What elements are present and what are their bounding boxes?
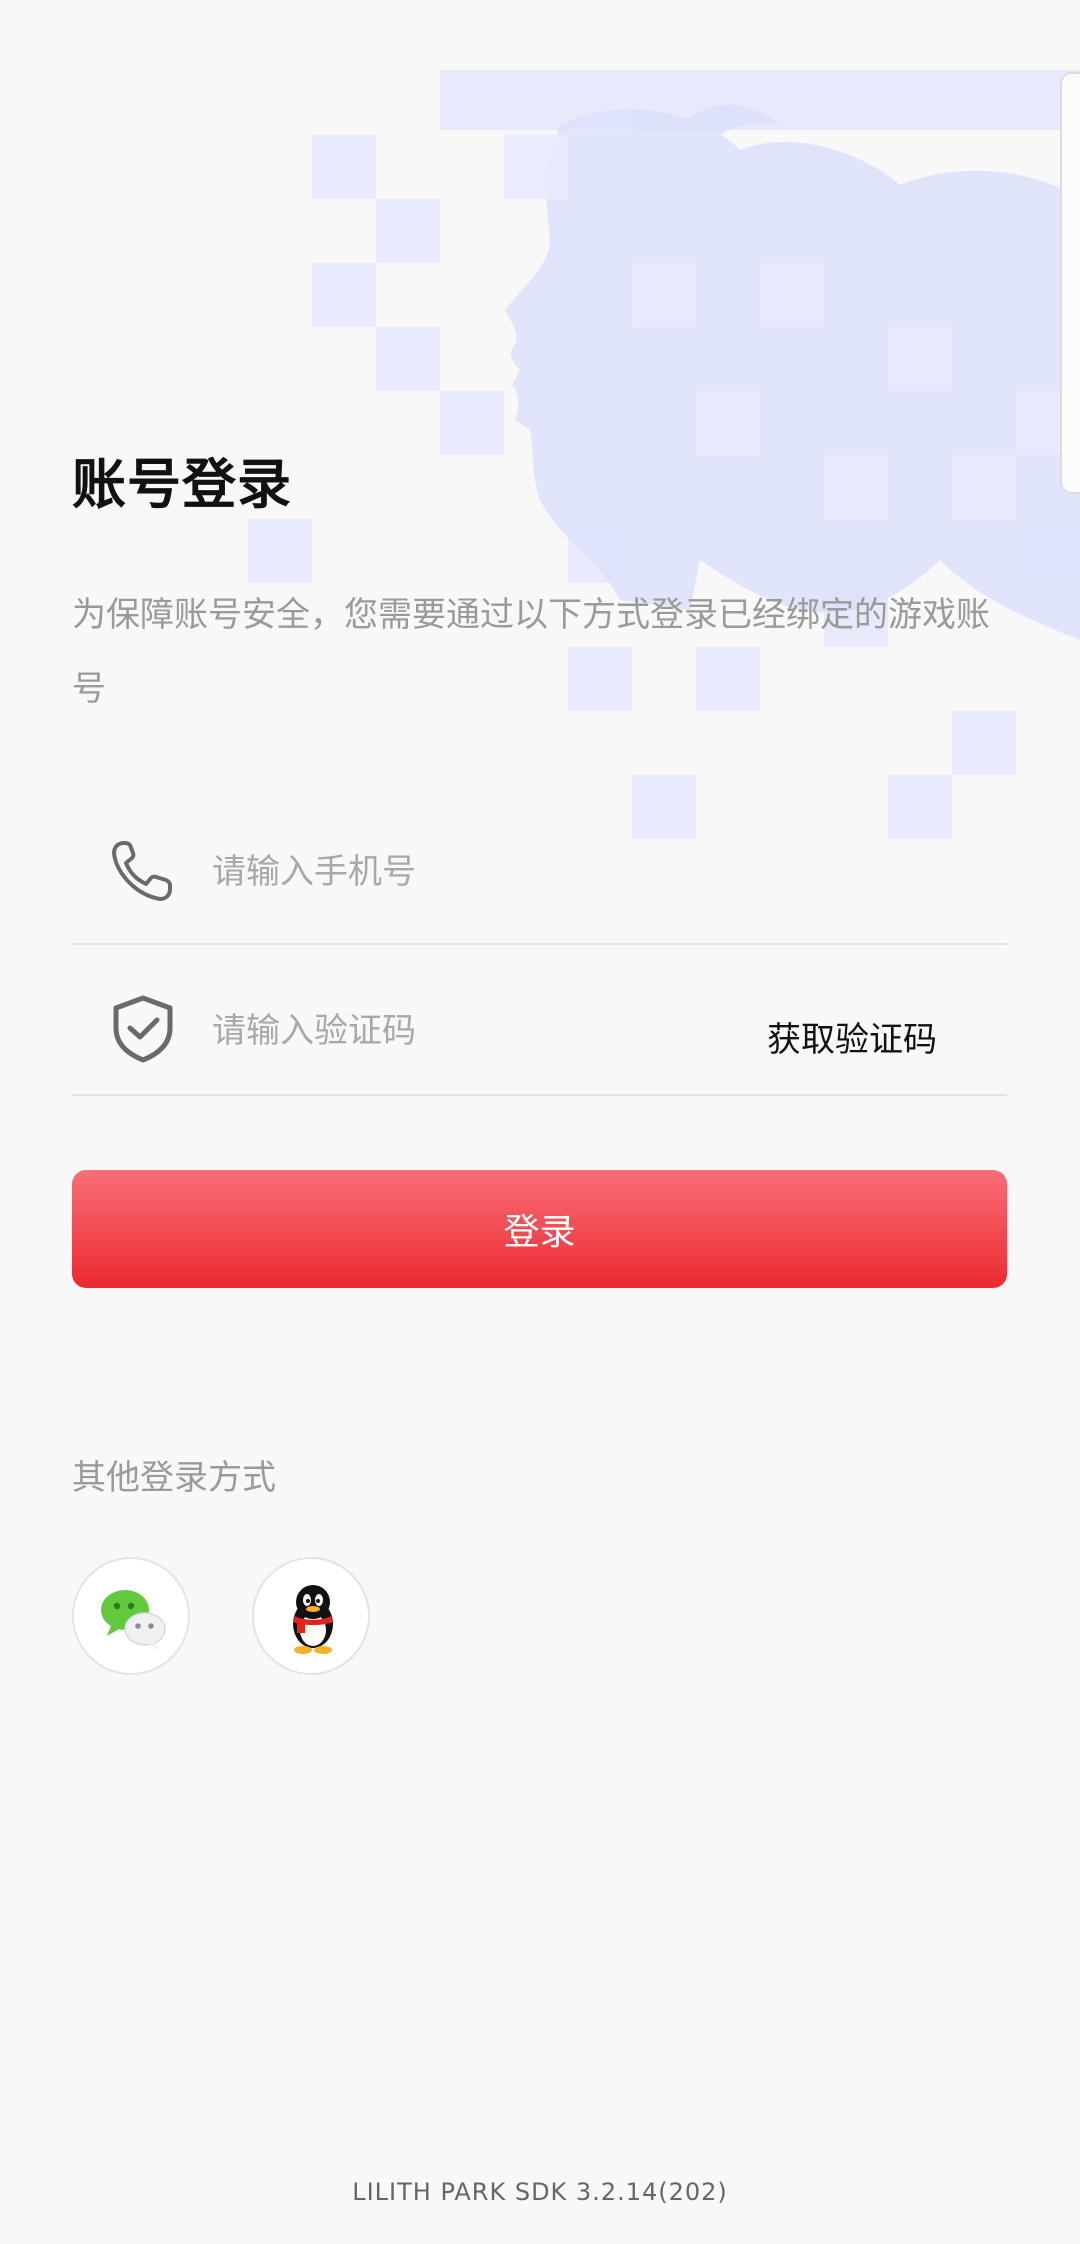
phone-field [72, 815, 1007, 945]
qq-login-button[interactable] [252, 1557, 370, 1675]
sdk-version: LILITH PARK SDK 3.2.14(202) [352, 2178, 728, 2206]
other-login-label: 其他登录方式 [72, 1458, 276, 1498]
security-description: 为保障账号安全，您需要通过以下方式登录已经绑定的游戏账号 [72, 595, 990, 709]
page-title: 账号登录 [72, 453, 292, 516]
login-button[interactable]: 登录 [72, 1170, 1007, 1288]
qq-icon [293, 1585, 333, 1654]
get-code-button[interactable]: 获取验证码 [767, 1012, 937, 1061]
shield-check-icon [113, 995, 173, 1063]
wechat-login-button[interactable] [72, 1557, 190, 1675]
wechat-icon [101, 1590, 166, 1650]
verification-code-input[interactable] [212, 996, 712, 1066]
verification-code-field: 获取验证码 [72, 968, 1007, 1096]
phone-icon [112, 841, 172, 901]
phone-input[interactable] [212, 837, 732, 907]
